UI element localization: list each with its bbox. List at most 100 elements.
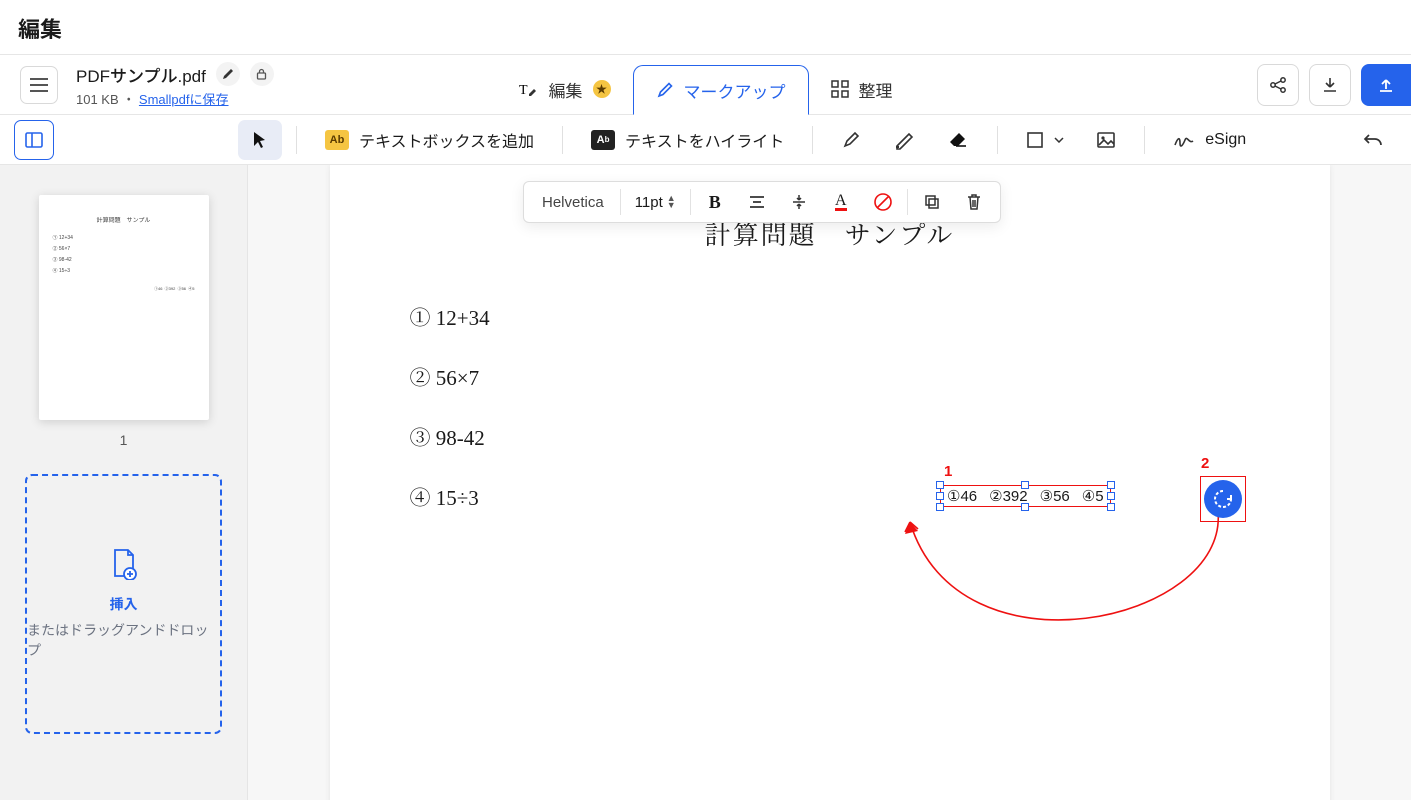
- resize-handle[interactable]: [1021, 503, 1029, 511]
- undo-icon: [1363, 131, 1383, 149]
- resize-handle[interactable]: [936, 503, 944, 511]
- markup-toolbar: Ab テキストボックスを追加 Ab テキストをハイライト eSign: [0, 115, 1411, 165]
- file-size: 101 KB: [76, 92, 119, 107]
- insert-page-dropzone[interactable]: 挿入 またはドラッグアンドドロップ: [25, 474, 222, 734]
- chevron-down-icon: [1054, 137, 1064, 143]
- esign-label: eSign: [1205, 131, 1246, 149]
- ab-icon: Ab: [325, 130, 349, 150]
- lock-button[interactable]: [250, 62, 274, 86]
- delete-button[interactable]: [956, 185, 992, 219]
- text-color-button[interactable]: A: [823, 185, 859, 219]
- tab-edit-label: 編集: [549, 77, 583, 102]
- ans-1: ①46: [947, 487, 977, 505]
- mode-tabs: T 編集 ★ マークアップ 整理: [497, 55, 915, 114]
- download-button[interactable]: [1309, 64, 1351, 106]
- font-family-select[interactable]: Helvetica: [532, 194, 614, 211]
- ans-3: ③56: [1040, 487, 1070, 505]
- marker-tool[interactable]: [879, 120, 929, 160]
- esign-tool[interactable]: eSign: [1159, 120, 1260, 160]
- question-1: ① 12+34: [410, 302, 1250, 332]
- nofill-icon: [873, 192, 893, 212]
- resize-handle[interactable]: [1107, 492, 1115, 500]
- select-tool[interactable]: [238, 120, 282, 160]
- resize-handle[interactable]: [936, 492, 944, 500]
- file-meta: 101 KB ・ Smallpdfに保存: [76, 89, 274, 108]
- pencil-icon: [222, 68, 234, 80]
- ab-dark-icon: Ab: [591, 130, 615, 150]
- menu-button[interactable]: [20, 66, 58, 104]
- duplicate-button[interactable]: [914, 185, 950, 219]
- fill-color-button[interactable]: [865, 185, 901, 219]
- rotate-button[interactable]: [1204, 480, 1242, 518]
- question-4: ④ 15÷3: [410, 482, 1250, 512]
- callout-1: 1: [944, 463, 952, 480]
- sidebar-toggle[interactable]: [14, 120, 54, 160]
- add-textbox-label: テキストボックスを追加: [359, 128, 534, 152]
- thumbnail-sidebar: 計算問題 サンプル ① 12+34 ② 56×7 ③ 98-42 ④ 15÷3 …: [0, 165, 248, 800]
- download-icon: [1321, 76, 1339, 94]
- highlight-label: テキストをハイライト: [625, 128, 784, 152]
- rotate-annotation-box: 2: [1200, 476, 1246, 522]
- image-tool[interactable]: [1082, 120, 1130, 160]
- star-icon: ★: [593, 80, 611, 98]
- header: PDFサンプル.pdf 101 KB ・ Smallpdfに保存 T 編集 ★ …: [0, 55, 1411, 115]
- tab-organize-label: 整理: [859, 77, 893, 102]
- question-2: ② 56×7: [410, 362, 1250, 392]
- svg-text:T: T: [519, 83, 528, 98]
- cursor-icon: [252, 131, 268, 149]
- highlight-tool[interactable]: Ab テキストをハイライト: [577, 120, 798, 160]
- add-textbox-tool[interactable]: Ab テキストボックスを追加: [311, 120, 548, 160]
- grid-icon: [831, 80, 849, 98]
- square-icon: [1026, 131, 1044, 149]
- pdf-page[interactable]: 計算問題 サンプル ① 12+34 ② 56×7 ③ 98-42 ④ 15÷3: [330, 165, 1330, 800]
- marker-icon: [893, 130, 915, 150]
- hamburger-icon: [30, 78, 48, 92]
- callout-2: 2: [1201, 455, 1209, 472]
- share-icon: [1269, 76, 1287, 94]
- panel-icon: [24, 130, 44, 150]
- add-page-icon: [110, 548, 138, 580]
- insert-label: 挿入: [110, 594, 138, 614]
- valign-button[interactable]: [781, 185, 817, 219]
- image-icon: [1096, 131, 1116, 149]
- trash-icon: [966, 193, 982, 211]
- page-thumbnail-1[interactable]: 計算問題 サンプル ① 12+34 ② 56×7 ③ 98-42 ④ 15÷3 …: [39, 195, 209, 420]
- insert-sublabel: またはドラッグアンドドロップ: [27, 620, 220, 660]
- eraser-icon: [947, 131, 969, 149]
- export-button[interactable]: [1361, 64, 1411, 106]
- file-info: PDFサンプル.pdf 101 KB ・ Smallpdfに保存: [76, 62, 274, 108]
- pen-tool[interactable]: [827, 120, 875, 160]
- selected-textbox[interactable]: 1 ①46 ②392 ③56 ④5: [940, 485, 1111, 507]
- pen-icon: [841, 130, 861, 150]
- text-format-toolbar[interactable]: Helvetica 11pt ▲▼ B A: [523, 181, 1001, 223]
- pencil-icon: [656, 81, 674, 99]
- upload-icon: [1377, 76, 1395, 94]
- align-button[interactable]: [739, 185, 775, 219]
- save-to-smallpdf-link[interactable]: Smallpdfに保存: [139, 92, 229, 107]
- tab-edit[interactable]: T 編集 ★: [497, 64, 633, 114]
- text-edit-icon: T: [519, 80, 539, 98]
- eraser-tool[interactable]: [933, 120, 983, 160]
- question-3: ③ 98-42: [410, 422, 1250, 452]
- signature-icon: [1173, 131, 1195, 149]
- tab-organize[interactable]: 整理: [809, 64, 915, 114]
- shape-tool[interactable]: [1012, 120, 1078, 160]
- undo-button[interactable]: [1349, 120, 1397, 160]
- copy-icon: [923, 193, 941, 211]
- thumbnail-page-number: 1: [25, 432, 222, 448]
- resize-handle[interactable]: [936, 481, 944, 489]
- rotate-icon: [1212, 488, 1234, 510]
- file-name: PDFサンプル.pdf: [76, 62, 206, 87]
- tab-markup-label: マークアップ: [684, 78, 786, 103]
- share-button[interactable]: [1257, 64, 1299, 106]
- stepper-icon[interactable]: ▲▼: [667, 195, 676, 209]
- tab-markup[interactable]: マークアップ: [633, 65, 809, 115]
- rename-button[interactable]: [216, 62, 240, 86]
- lock-icon: [256, 68, 267, 80]
- font-size-select[interactable]: 11pt ▲▼: [627, 194, 684, 211]
- bold-button[interactable]: B: [697, 185, 733, 219]
- resize-handle[interactable]: [1107, 481, 1115, 489]
- ans-4: ④5: [1082, 487, 1104, 505]
- resize-handle[interactable]: [1107, 503, 1115, 511]
- resize-handle[interactable]: [1021, 481, 1029, 489]
